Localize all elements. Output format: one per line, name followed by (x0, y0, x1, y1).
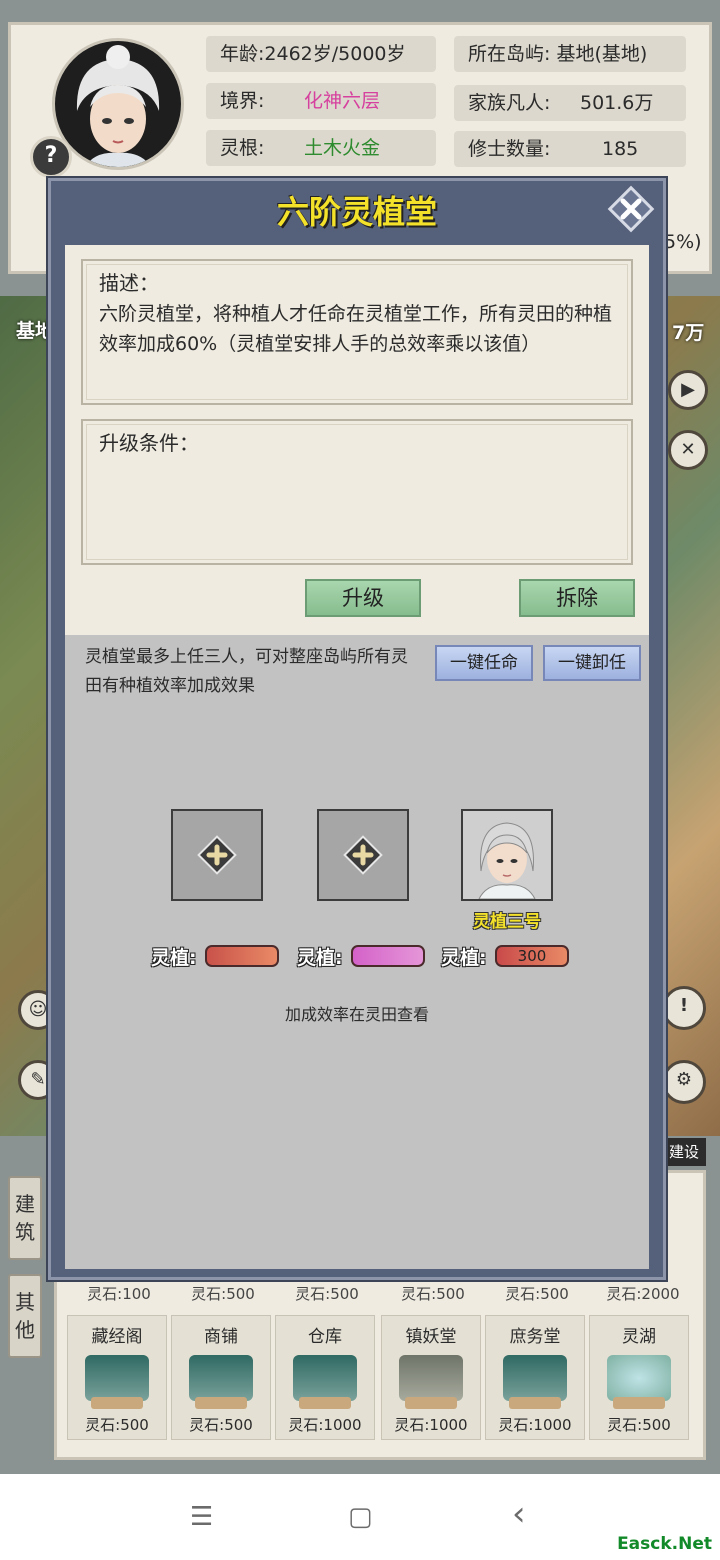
lake-icon (607, 1355, 671, 1409)
building-warehouse[interactable]: 仓库 灵石:1000 (275, 1315, 375, 1440)
cultivators-stat: 修士数量: 185 (454, 131, 686, 167)
dialog-body: 描述： 六阶灵植堂，将种植人才任命在灵植堂工作，所有灵田的种植效率加成60%（灵… (65, 245, 649, 1269)
hall-icon (503, 1355, 567, 1409)
island-label: 所在岛屿: (468, 43, 551, 65)
demolish-button[interactable]: 拆除 (519, 579, 635, 617)
building-name: 灵湖 (622, 1327, 656, 1347)
efficiency-note: 加成效率在灵田查看 (284, 1005, 429, 1024)
dialog-info-area: 描述： 六阶灵植堂，将种植人才任命在灵植堂工作，所有灵田的种植效率加成60%（灵… (65, 245, 649, 635)
building-library[interactable]: 藏经阁 灵石:500 (67, 1315, 167, 1440)
mortals-label: 家族凡人: (468, 92, 551, 114)
staff-slot-3[interactable] (461, 809, 553, 901)
shop-icon (189, 1355, 253, 1409)
building-name: 镇妖堂 (405, 1327, 457, 1347)
island-value: 基地(基地) (556, 43, 648, 65)
building-name: 藏经阁 (91, 1327, 143, 1347)
pavilion-icon (85, 1355, 149, 1409)
home-icon[interactable]: ▢ (348, 1502, 373, 1532)
building-affairs-hall[interactable]: 庶务堂 灵石:1000 (485, 1315, 585, 1440)
top-cost-2: 灵石:500 (191, 1285, 255, 1303)
tab-buildings[interactable]: 建筑 (8, 1176, 42, 1260)
spirit-root-stat: 灵根: 土木火金 (206, 130, 436, 166)
build-tag[interactable]: 建设 (662, 1138, 706, 1166)
upgrade-button[interactable]: 升级 (305, 579, 421, 617)
add-icon (197, 835, 237, 875)
description-text: 六阶灵植堂，将种植人才任命在灵植堂工作，所有灵田的种植效率加成60%（灵植堂安排… (99, 303, 613, 355)
building-cost: 灵石:500 (189, 1416, 253, 1434)
staff-slot-2[interactable] (317, 809, 409, 901)
description-frame: 描述： 六阶灵植堂，将种植人才任命在灵植堂工作，所有灵田的种植效率加成60%（灵… (81, 259, 633, 405)
building-demon-hall[interactable]: 镇妖堂 灵石:1000 (381, 1315, 481, 1440)
map-resource-label: 7万 (672, 322, 705, 344)
building-cost: 灵石:1000 (498, 1416, 572, 1434)
staff-area: 灵植堂最多上任三人，可对整座岛屿所有灵田有种植效率加成效果 一键任命 一键卸任 (65, 635, 649, 1269)
plant-skill-label: 灵植: (441, 947, 487, 969)
add-icon (343, 835, 383, 875)
menu-icon[interactable]: ☰ (190, 1502, 213, 1532)
dismiss-all-button[interactable]: 一键卸任 (543, 645, 641, 681)
upgrade-conditions-frame: 升级条件： (81, 419, 633, 565)
plant-skill-bar: 300 (495, 945, 569, 967)
plant-skill-label: 灵植: (297, 947, 343, 969)
top-cost-1: 灵石:100 (87, 1285, 151, 1303)
player-avatar[interactable] (52, 38, 184, 170)
top-cost-3: 灵石:500 (295, 1285, 359, 1303)
close-icon[interactable] (607, 185, 655, 233)
building-cost: 灵石:500 (607, 1416, 671, 1434)
top-cost-4: 灵石:500 (401, 1285, 465, 1303)
building-cost: 灵石:500 (85, 1416, 149, 1434)
age-stat: 年龄:2462岁/5000岁 (206, 36, 436, 72)
plant-skill-bar (205, 945, 279, 967)
system-navbar: ☰ ▢ ‹ (0, 1474, 720, 1560)
building-shop[interactable]: 商铺 灵石:500 (171, 1315, 271, 1440)
building-name: 仓库 (308, 1327, 342, 1347)
spirit-root-label: 灵根: (220, 137, 265, 159)
appoint-all-button[interactable]: 一键任命 (435, 645, 533, 681)
age-value: 2462岁/5000岁 (264, 43, 406, 65)
tools-icon[interactable]: ✕ (668, 430, 708, 470)
back-icon[interactable]: ‹ (512, 1494, 526, 1534)
cultivators-label: 修士数量: (468, 138, 551, 160)
partial-stat-value: 5%) (664, 231, 702, 253)
building-spirit-lake[interactable]: 灵湖 灵石:500 (589, 1315, 689, 1440)
description-title: 描述： (99, 271, 159, 295)
cultivators-value: 185 (602, 138, 639, 160)
tab-other-label: 其他 (15, 1290, 35, 1342)
building-name: 庶务堂 (509, 1327, 561, 1347)
staff-info-text: 灵植堂最多上任三人，可对整座岛屿所有灵田有种植效率加成效果 (85, 647, 408, 696)
building-cost: 灵石:1000 (394, 1416, 468, 1434)
spirit-root-value: 土木火金 (304, 137, 381, 159)
mortals-value: 501.6万 (580, 92, 654, 114)
upgrade-conditions-title: 升级条件： (99, 431, 199, 455)
realm-stat: 境界: 化神六层 (206, 83, 436, 119)
realm-value: 化神六层 (304, 90, 381, 112)
tab-buildings-label: 建筑 (15, 1192, 35, 1244)
age-label: 年龄: (220, 43, 265, 65)
alert-icon[interactable]: ! (662, 986, 706, 1030)
tab-other[interactable]: 其他 (8, 1274, 42, 1358)
mortals-stat: 家族凡人: 501.6万 (454, 85, 686, 121)
plant-skill-label: 灵植: (151, 947, 197, 969)
spirit-plant-hall-dialog: 六阶灵植堂 描述： 六阶灵植堂，将种植人才任命在灵植堂工作，所有灵田的种植效率加… (48, 178, 666, 1280)
island-stat: 所在岛屿: 基地(基地) (454, 36, 686, 72)
dialog-title: 六阶灵植堂 (276, 193, 437, 231)
top-cost-5: 灵石:500 (505, 1285, 569, 1303)
warehouse-icon (293, 1355, 357, 1409)
plant-skill-bar (351, 945, 425, 967)
building-name: 商铺 (204, 1327, 238, 1347)
play-icon[interactable]: ▶ (668, 370, 708, 410)
staff-portrait (463, 811, 551, 899)
gear-icon[interactable]: ⚙ (662, 1060, 706, 1104)
watermark: Easck.Net (617, 1534, 712, 1554)
staff-name: 灵植三号 (473, 912, 541, 932)
help-button[interactable]: ? (30, 136, 72, 178)
tower-icon (399, 1355, 463, 1409)
realm-label: 境界: (220, 90, 265, 112)
building-cost: 灵石:1000 (288, 1416, 362, 1434)
top-cost-6: 灵石:2000 (606, 1285, 680, 1303)
staff-slot-1[interactable] (171, 809, 263, 901)
